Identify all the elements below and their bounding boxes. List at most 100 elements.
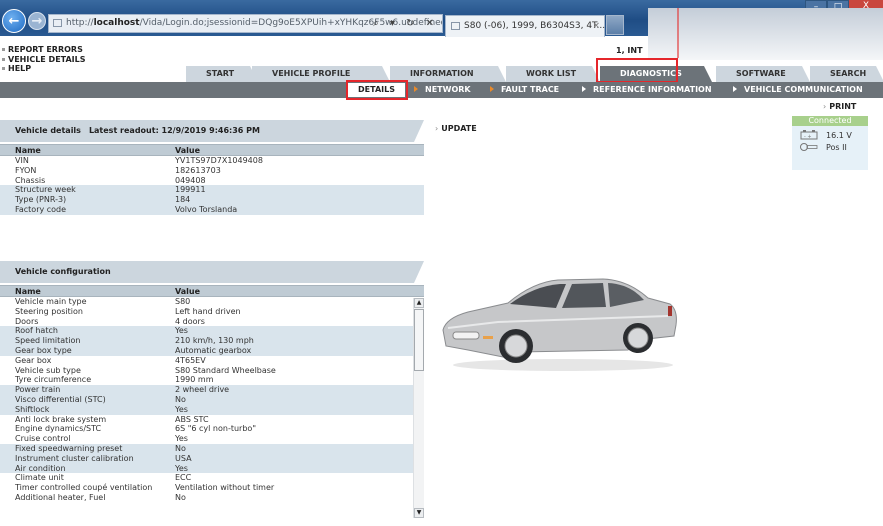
browser-tab[interactable]: S80 (-06), 1999, B6304S3, 4T... × <box>445 15 605 37</box>
tab-close-icon[interactable]: × <box>592 16 600 36</box>
row-value: Yes <box>160 326 424 337</box>
row-value: ECC <box>175 473 192 483</box>
tab-search[interactable]: SEARCH <box>810 66 883 82</box>
print-button[interactable]: › PRINT <box>823 102 856 111</box>
row-name: Cruise control <box>15 434 71 444</box>
row-name: Visco differential (STC) <box>0 394 160 405</box>
row-name: Speed limitation <box>0 336 160 346</box>
table-row: Steering position Left hand driven <box>0 307 424 317</box>
row-value: S80 Standard Wheelbase <box>175 365 276 375</box>
config-scrollbar[interactable]: ▲ ▼ <box>413 298 424 518</box>
update-button[interactable]: › UPDATE <box>435 124 477 133</box>
subnav-network[interactable]: NETWORK <box>414 82 471 98</box>
scroll-down-button[interactable]: ▼ <box>414 508 424 518</box>
table-row: Tyre circumference 1990 mm <box>0 375 424 385</box>
table-row: Gear box 4T65EV <box>0 356 424 366</box>
row-value: No <box>160 394 424 405</box>
url-host: localhost <box>93 18 140 28</box>
arrow-icon <box>733 86 737 92</box>
back-button[interactable]: ← <box>2 9 26 33</box>
row-name: Tyre circumference <box>15 375 92 385</box>
key-icon <box>800 143 818 151</box>
scroll-thumb[interactable] <box>414 309 424 371</box>
row-value: 1990 mm <box>175 375 214 385</box>
report-errors-link[interactable]: REPORT ERRORS <box>2 45 86 55</box>
chevron-right-icon: › <box>823 102 827 111</box>
connection-status: Connected <box>792 116 868 126</box>
table-row: Vehicle sub type S80 Standard Wheelbase <box>0 366 424 376</box>
url-prefix: http:// <box>66 18 94 28</box>
vehicle-details-table: Name Value VIN YV1TS97D7X1049408 FYON 18261… <box>0 144 424 215</box>
row-name: VIN <box>15 156 29 165</box>
chrome-overlay <box>648 8 883 60</box>
subnav-vehicle-communication-label: VEHICLE COMMUNICATION <box>744 85 863 94</box>
vehicle-configuration-table: Name Value Vehicle main type S80 Steering … <box>0 285 424 503</box>
tab-work-list[interactable]: WORK LIST <box>506 66 600 82</box>
row-name: Vehicle main type <box>15 297 87 306</box>
new-tab-button[interactable] <box>606 15 624 35</box>
table-row: Vehicle main type S80 <box>0 297 424 307</box>
sub-nav: DETAILS NETWORK FAULT TRACE REFERENCE IN… <box>0 82 883 98</box>
tab-icon <box>451 22 460 30</box>
row-name: Steering position <box>15 306 83 316</box>
row-name: Air condition <box>0 463 160 474</box>
details-highlight <box>346 80 408 100</box>
address-bar[interactable]: http://localhost/Vida/Login.do;jsessioni… <box>48 14 443 33</box>
row-name: Fixed speedwarning preset <box>0 443 160 454</box>
chevron-right-icon: › <box>435 124 439 133</box>
latest-readout: Latest readout: 12/9/2019 9:46:36 PM <box>88 126 260 135</box>
battery-icon: - + <box>800 130 818 140</box>
table-row: Doors 4 doors <box>0 317 424 327</box>
table-row: Timer controlled coupé ventilation Ventil… <box>0 483 424 493</box>
ignition-value: Pos II <box>826 142 847 152</box>
print-label: PRINT <box>829 102 857 111</box>
diagnostics-highlight <box>596 58 678 83</box>
table-row: Anti lock brake system ABS STC <box>0 415 424 425</box>
table-row: Chassis 049408 <box>0 176 424 186</box>
vehicle-details-link[interactable]: VEHICLE DETAILS <box>2 55 86 65</box>
column-name: Name <box>0 285 160 297</box>
row-name: Timer controlled coupé ventilation <box>15 483 153 493</box>
row-value: Left hand driven <box>175 306 241 316</box>
subnav-reference-label: REFERENCE INFORMATION <box>593 85 712 94</box>
table-row: Visco differential (STC) No <box>0 394 424 405</box>
tab-start[interactable]: START <box>186 66 258 82</box>
row-value: USA <box>160 453 424 464</box>
table-row: Type (PNR-3) 184 <box>0 195 424 205</box>
row-name: Chassis <box>15 175 46 185</box>
vehicle-details-header: Vehicle details Latest readout: 12/9/2019… <box>0 120 424 142</box>
table-row: VIN YV1TS97D7X1049408 <box>0 156 424 166</box>
scroll-up-button[interactable]: ▲ <box>414 298 424 308</box>
row-name: Factory code <box>0 204 160 215</box>
table-row: Cruise control Yes <box>0 434 424 444</box>
row-name: Vehicle sub type <box>15 365 81 375</box>
row-value: 4 doors <box>175 316 205 326</box>
subnav-fault-trace[interactable]: FAULT TRACE <box>490 82 559 98</box>
row-name: Shiftlock <box>0 404 160 415</box>
row-name: Anti lock brake system <box>15 414 107 424</box>
row-value: Yes <box>175 434 188 444</box>
subnav-vehicle-communication[interactable]: VEHICLE COMMUNICATION <box>733 82 863 98</box>
tab-title: S80 (-06), 1999, B6304S3, 4T... <box>464 21 606 31</box>
row-name: Doors <box>15 316 39 326</box>
connection-status-panel: Connected - + 16.1 V Pos II <box>792 116 868 170</box>
vehicle-configuration-title: Vehicle configuration <box>15 267 111 276</box>
subnav-reference-information[interactable]: REFERENCE INFORMATION <box>582 82 712 98</box>
tab-software[interactable]: SOFTWARE <box>716 66 810 82</box>
row-name: Additional heater, Fuel <box>15 492 106 502</box>
row-name: FYON <box>15 165 37 175</box>
table-row: Climate unit ECC <box>0 473 424 483</box>
row-value: 182613703 <box>175 165 221 175</box>
table-row: Factory code Volvo Torslanda <box>0 204 424 215</box>
annotation-line <box>677 8 679 58</box>
arrow-icon <box>490 86 494 92</box>
table-row: Fixed speedwarning preset No <box>0 443 424 454</box>
address-tools[interactable]: ⌕ ▾ ↻ ✕ <box>373 15 438 32</box>
vehicle-configuration-header: Vehicle configuration <box>0 261 424 283</box>
row-name: Instrument cluster calibration <box>0 453 160 464</box>
table-row: Engine dynamics/STC 6S "6 cyl non-turbo" <box>0 424 424 434</box>
arrow-icon <box>414 86 418 92</box>
row-value: Volvo Torslanda <box>160 204 424 215</box>
row-name: Power train <box>0 385 160 395</box>
forward-button[interactable]: → <box>28 12 46 30</box>
